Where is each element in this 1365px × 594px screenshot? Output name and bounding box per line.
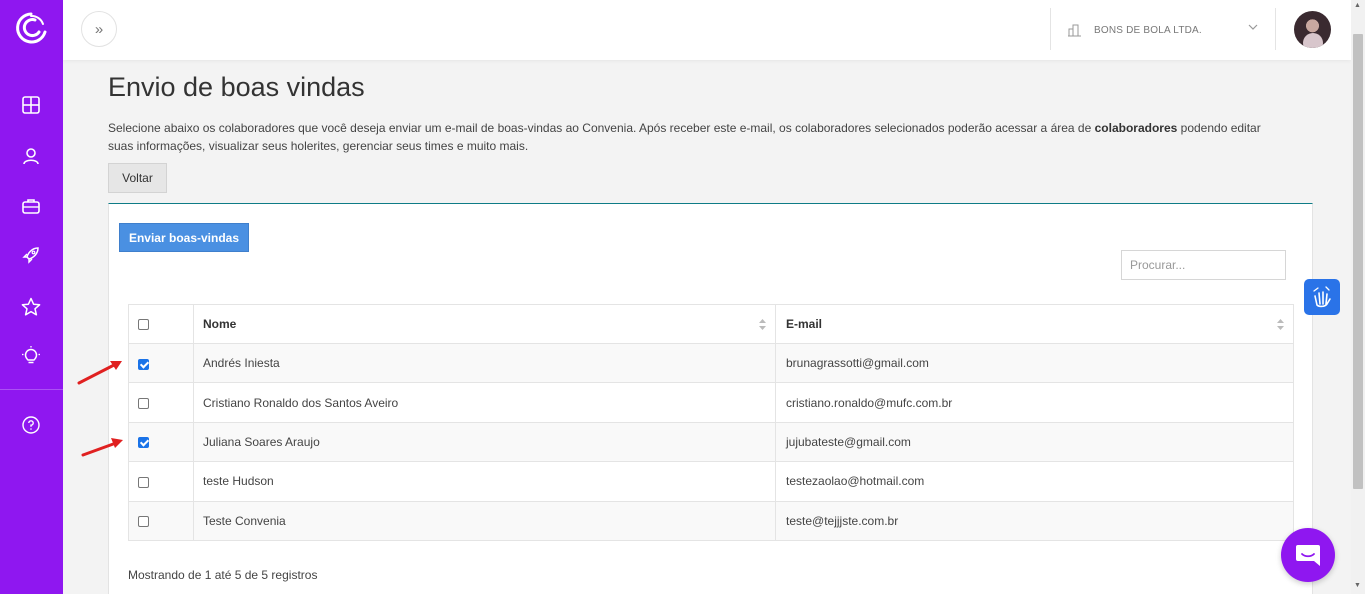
chat-icon <box>1296 545 1320 566</box>
employees-table: Nome E-mail Andrés Iniesta brunagrassott… <box>128 304 1294 541</box>
header-divider <box>1275 8 1276 50</box>
header-divider <box>1050 8 1051 50</box>
employee-name: Andrés Iniesta <box>193 342 776 384</box>
row-checkbox[interactable] <box>138 476 149 488</box>
employees-panel: Enviar boas-vindas Nome E-mail An <box>108 203 1313 594</box>
row-checkbox[interactable] <box>138 437 149 449</box>
user-icon[interactable] <box>20 145 42 167</box>
row-checkbox[interactable] <box>138 358 149 370</box>
column-header-label: Nome <box>203 317 237 331</box>
accessibility-button[interactable] <box>1304 279 1340 315</box>
company-name: BONS DE BOLA LTDA. <box>1094 24 1202 36</box>
chat-button[interactable] <box>1281 528 1335 582</box>
employee-email: jujubateste@gmail.com <box>775 421 1294 463</box>
table-row: teste Hudson testezaolao@hotmail.com <box>128 461 1294 502</box>
annotation-arrow-icon <box>77 361 122 385</box>
table-row: Juliana Soares Araujo jujubateste@gmail.… <box>128 421 1294 463</box>
send-welcome-button[interactable]: Enviar boas-vindas <box>119 223 249 252</box>
scroll-down-icon[interactable]: ▼ <box>1354 582 1361 589</box>
scroll-up-icon[interactable]: ▲ <box>1354 2 1361 9</box>
page-title: Envio de boas vindas <box>108 72 365 102</box>
search-input[interactable] <box>1121 250 1286 280</box>
sign-language-icon <box>1313 286 1331 308</box>
top-header: » BONS DE BOLA LTDA. <box>63 0 1351 60</box>
lightbulb-icon[interactable] <box>20 345 42 367</box>
page-description: Selecione abaixo os colaboradores que vo… <box>108 119 1288 155</box>
column-header-email[interactable]: E-mail <box>775 304 1294 344</box>
row-select-cell <box>128 342 194 384</box>
page-scrollbar[interactable]: ▲ ▼ <box>1351 0 1365 594</box>
employee-name: Teste Convenia <box>193 500 776 541</box>
chevron-down-icon <box>1248 24 1258 30</box>
briefcase-icon[interactable] <box>20 195 42 217</box>
employee-email: testezaolao@hotmail.com <box>775 461 1294 502</box>
back-button[interactable]: Voltar <box>108 163 167 193</box>
column-header-name[interactable]: Nome <box>193 304 776 344</box>
row-checkbox[interactable] <box>138 516 149 528</box>
sidebar <box>0 0 63 594</box>
table-row: Cristiano Ronaldo dos Santos Aveiro cris… <box>128 382 1294 423</box>
table-row: Andrés Iniesta brunagrassotti@gmail.com <box>128 342 1294 384</box>
employee-email: teste@tejjjste.com.br <box>775 500 1294 541</box>
description-bold-text: colaboradores <box>1094 121 1178 135</box>
employee-name: Juliana Soares Araujo <box>193 421 776 463</box>
row-select-cell <box>128 382 194 423</box>
help-icon[interactable] <box>20 414 42 436</box>
column-header-label: E-mail <box>786 317 823 331</box>
employee-name: teste Hudson <box>193 461 776 502</box>
annotation-arrow-icon <box>81 438 123 457</box>
employee-email: brunagrassotti@gmail.com <box>775 342 1294 384</box>
table-header-row: Nome E-mail <box>128 304 1294 344</box>
table-info: Mostrando de 1 até 5 de 5 registros <box>128 568 318 582</box>
rocket-icon[interactable] <box>20 244 42 266</box>
star-icon[interactable] <box>20 296 42 318</box>
table-row: Teste Convenia teste@tejjjste.com.br <box>128 500 1294 541</box>
chevrons-right-icon: » <box>94 20 104 38</box>
row-checkbox[interactable] <box>138 397 149 409</box>
sort-icon <box>1277 319 1284 330</box>
company-selector[interactable]: BONS DE BOLA LTDA. <box>1068 20 1258 40</box>
row-select-cell <box>128 500 194 541</box>
building-icon <box>1068 24 1081 37</box>
row-select-cell <box>128 461 194 502</box>
description-text: Selecione abaixo os colaboradores que vo… <box>108 121 1095 135</box>
employee-name: Cristiano Ronaldo dos Santos Aveiro <box>193 382 776 423</box>
convenia-logo-icon[interactable] <box>14 10 48 46</box>
dashboard-icon[interactable] <box>20 94 42 116</box>
user-avatar[interactable] <box>1294 11 1331 48</box>
sidebar-toggle-button[interactable]: » <box>81 11 117 47</box>
sidebar-divider <box>0 389 63 390</box>
select-all-cell <box>128 304 194 344</box>
select-all-checkbox[interactable] <box>138 319 149 331</box>
sort-icon <box>759 319 766 330</box>
employee-email: cristiano.ronaldo@mufc.com.br <box>775 382 1294 423</box>
row-select-cell <box>128 421 194 463</box>
scrollbar-thumb[interactable] <box>1353 34 1363 489</box>
